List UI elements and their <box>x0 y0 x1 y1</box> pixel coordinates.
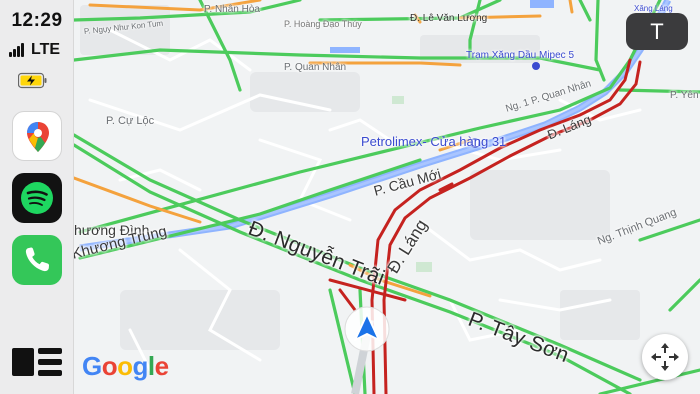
recenter-button[interactable] <box>642 334 688 380</box>
navigation-arrow-icon <box>344 306 390 352</box>
road-label-yen: P. Yên <box>670 90 699 101</box>
battery-charging-icon <box>18 72 47 89</box>
google-maps-app-button[interactable] <box>12 111 62 161</box>
network-type: LTE <box>31 41 61 58</box>
poi-label-petrolimex[interactable]: Petrolimex- Cửa hàng 31 <box>361 134 506 149</box>
phone-app-button[interactable] <box>12 235 62 285</box>
carplay-sidebar: 12:29 LTE <box>0 0 74 394</box>
google-maps-icon <box>27 122 49 152</box>
google-logo: Google <box>82 351 169 381</box>
phone-icon <box>25 247 50 272</box>
road-label-quan-nhan: P. Quan Nhân <box>284 62 347 73</box>
road-label-nhan-hoa: P. Nhân Hòa <box>204 4 260 15</box>
status-time: 12:29 <box>11 10 63 31</box>
spotify-app-button[interactable] <box>12 173 62 223</box>
road-label-xang-lang: Xăng Láng <box>634 4 673 13</box>
signal-status: LTE <box>9 40 69 58</box>
poi-label-tram-xang[interactable]: Trạm Xăng Dầu Mipec 5 <box>466 50 574 61</box>
road-label-le-van-luong: Đ. Lê Văn Lương <box>410 13 488 24</box>
recenter-icon <box>651 343 679 371</box>
dashboard-icon[interactable] <box>12 348 62 376</box>
spotify-icon <box>21 182 53 214</box>
map-view[interactable]: Đ. Nguyễn Trãi P. Tây Sơn Đ. Láng Đ. Lán… <box>74 0 700 394</box>
road-label-cu-loc: P. Cự Lộc <box>106 115 155 127</box>
road-label-hoang-dao-thuy: P. Hoàng Đạo Thúy <box>284 19 362 29</box>
profile-button[interactable]: T <box>626 13 688 50</box>
